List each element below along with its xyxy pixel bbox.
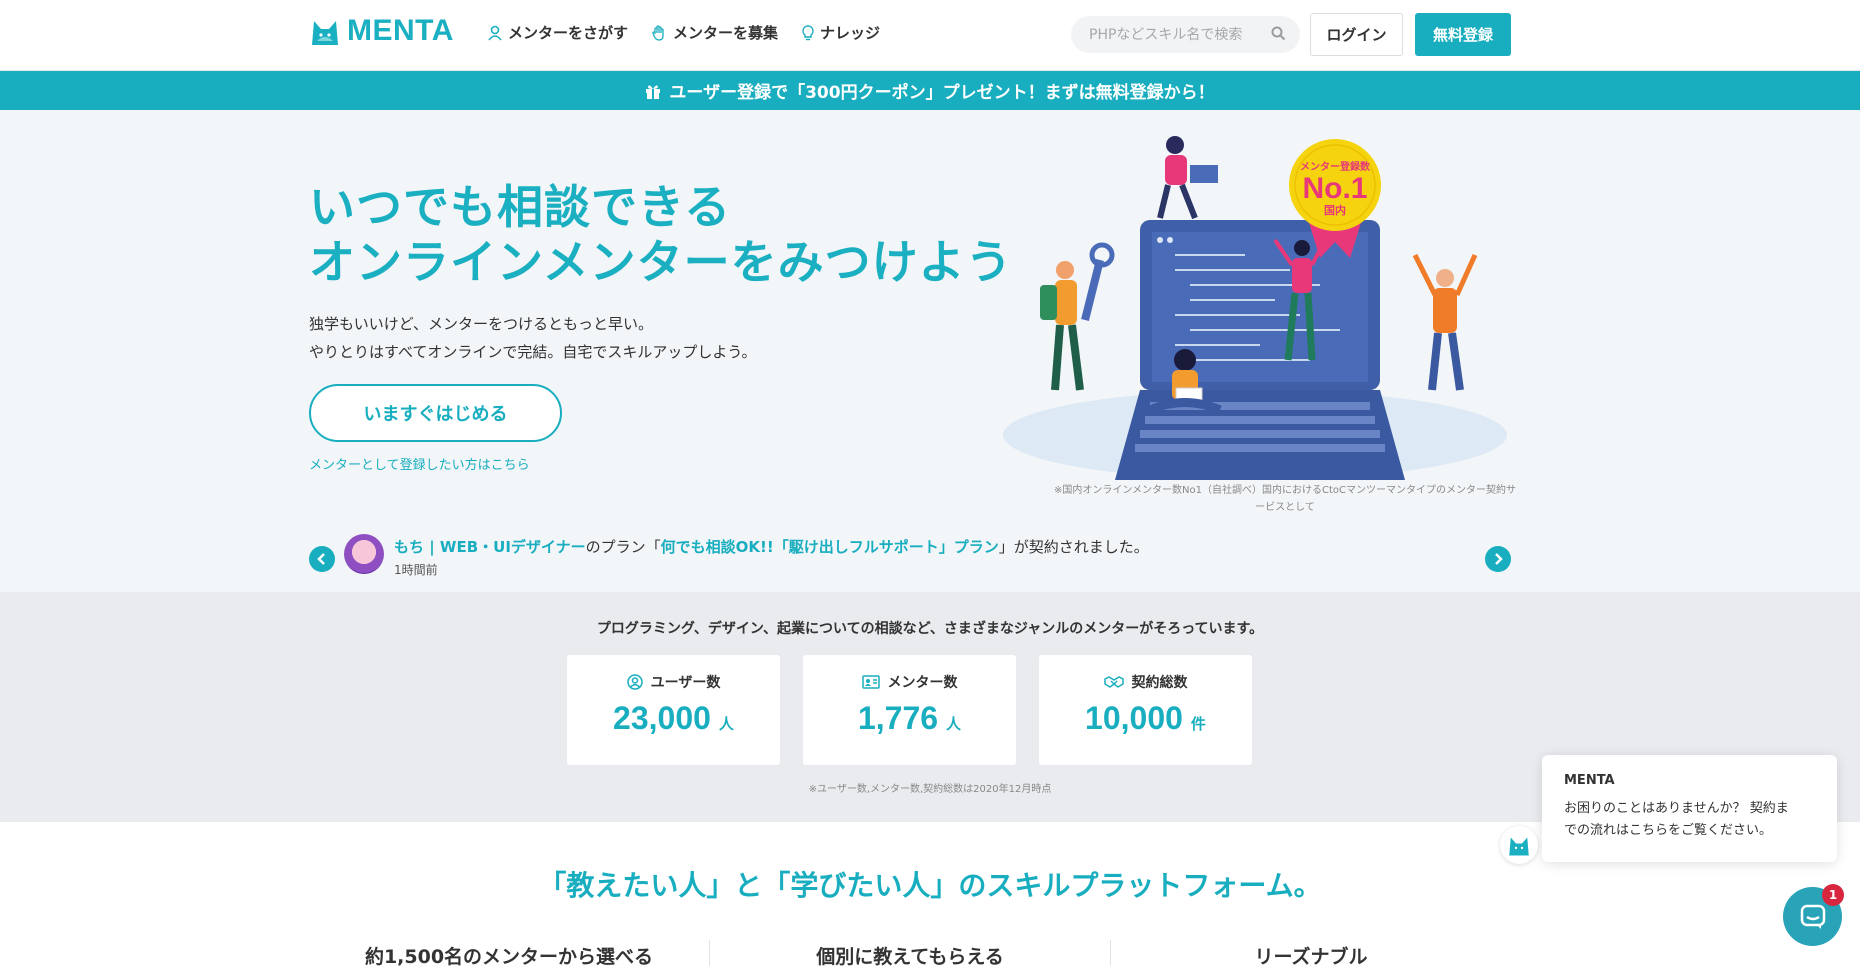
chat-agent-avatar bbox=[1500, 826, 1538, 864]
stat-contracts-label: 契約総数 bbox=[1131, 675, 1188, 691]
hero-sub-line1: 独学もいいけど、メンターをつけるともっと早い。 bbox=[309, 315, 653, 333]
feature-reasonable: リーズナブル bbox=[1254, 946, 1368, 966]
hero-sub-line2: やりとりはすべてオンラインで完結。自宅でスキルアップしよう。 bbox=[309, 343, 757, 361]
id-card-icon bbox=[861, 675, 880, 689]
mentor-register-link[interactable]: メンターとして登録したい方はこちら bbox=[309, 454, 530, 473]
platform-title: 「教えたい人」と「学びたい人」のスキルプラットフォーム。 bbox=[538, 869, 1322, 902]
stat-users-value-row: 23,000 人 bbox=[567, 700, 780, 737]
badge-bottom-text: 国内 bbox=[1324, 203, 1346, 217]
nav-find-mentor-label: メンターをさがす bbox=[508, 24, 629, 42]
nav-knowledge[interactable]: ナレッジ bbox=[802, 22, 880, 43]
ticker-prev-button[interactable] bbox=[309, 546, 335, 572]
stat-mentors-unit: 人 bbox=[946, 716, 962, 733]
chat-bubble-icon bbox=[1800, 904, 1825, 929]
chat-popup[interactable]: MENTA お困りのことはありませんか？ 契約ま での流れはこちらをご覧ください… bbox=[1542, 755, 1837, 862]
stat-contracts-value-row: 10,000 件 bbox=[1039, 700, 1252, 737]
hero-illustration: メンター登録数 No.1 国内 bbox=[1003, 136, 1507, 480]
user-circle-icon bbox=[626, 674, 643, 690]
ticker-mid2: 」が契約されました。 bbox=[998, 538, 1149, 556]
ticker-user-link[interactable]: もち | WEB・UIデザイナー bbox=[394, 538, 586, 556]
hero-title-line1: いつでも相談できる bbox=[309, 180, 732, 234]
ticker-time: 1時間前 bbox=[394, 563, 438, 577]
stat-users-value: 23,000 bbox=[613, 700, 711, 736]
no1-footnote: ※国内オンラインメンター数No1（自社調べ）国内におけるCtoCマンツーマンタイ… bbox=[1053, 485, 1517, 513]
login-button[interactable]: ログイン bbox=[1310, 13, 1403, 56]
feature-choose-mentor: 約1,500名のメンターから選べる bbox=[364, 946, 654, 966]
user-avatar[interactable] bbox=[344, 534, 384, 574]
hand-icon bbox=[652, 24, 664, 41]
nav-knowledge-label: ナレッジ bbox=[820, 24, 881, 42]
stat-card-users: ユーザー数 23,000 人 bbox=[567, 655, 780, 765]
handshake-icon bbox=[1103, 676, 1124, 688]
person-icon bbox=[488, 25, 502, 41]
chat-unread-badge: 1 bbox=[1822, 884, 1844, 906]
stat-card-mentors: メンター数 1,776 人 bbox=[803, 655, 1016, 765]
hero-title-line2: オンラインメンターをみつけよう bbox=[309, 235, 1013, 289]
stat-mentors-value: 1,776 bbox=[857, 700, 939, 736]
chat-message-line1: お困りのことはありませんか？ 契約ま bbox=[1564, 801, 1789, 816]
badge-main-text: No.1 bbox=[1302, 172, 1367, 205]
banner-text: ユーザー登録で「300円クーポン」プレゼント！まずは無料登録から！ bbox=[669, 83, 1215, 103]
stat-users-label: ユーザー数 bbox=[650, 675, 721, 691]
hero-title: いつでも相談できる オンラインメンターをみつけよう bbox=[309, 180, 1013, 290]
search-box bbox=[1071, 16, 1300, 53]
logo-text: MENTA bbox=[347, 14, 454, 47]
cat-mascot-icon bbox=[1509, 837, 1529, 856]
hero-section: いつでも相談できる オンラインメンターをみつけよう 独学もいいけど、メンターをつ… bbox=[0, 110, 1860, 592]
chat-sender-name: MENTA bbox=[1564, 773, 1615, 788]
hero-subtitle: 独学もいいけど、メンターをつけるともっと早い。 やりとりはすべてオンラインで完結… bbox=[309, 310, 756, 366]
stat-card-contracts: 契約総数 10,000 件 bbox=[1039, 655, 1252, 765]
search-input[interactable] bbox=[1089, 26, 1269, 43]
stats-lead: プログラミング、デザイン、起業についての相談など、さまざまなジャンルのメンターが… bbox=[596, 621, 1264, 637]
nav-find-mentor[interactable]: メンターをさがす bbox=[488, 22, 628, 43]
stat-users-label-row: ユーザー数 bbox=[567, 672, 780, 692]
register-button[interactable]: 無料登録 bbox=[1415, 13, 1511, 56]
chevron-left-icon bbox=[317, 553, 325, 565]
stat-contracts-value: 10,000 bbox=[1085, 700, 1183, 736]
cat-mascot-icon bbox=[312, 21, 338, 45]
start-now-button[interactable]: いますぐはじめる bbox=[309, 384, 562, 442]
chevron-right-icon bbox=[1495, 553, 1503, 565]
chat-message: お困りのことはありませんか？ 契約ま での流れはこちらをご覧ください。 bbox=[1564, 798, 1815, 842]
lightbulb-icon bbox=[802, 24, 814, 40]
stat-contracts-label-row: 契約総数 bbox=[1039, 672, 1252, 692]
stat-mentors-value-row: 1,776 人 bbox=[803, 700, 1016, 737]
main-nav: メンターをさがす メンターを募集 ナレッジ bbox=[488, 22, 904, 43]
nav-recruit-mentor[interactable]: メンターを募集 bbox=[652, 22, 778, 43]
site-header: MENTA メンターをさがす メンターを募集 ナレッジ ログイン 無料登録 bbox=[0, 0, 1860, 71]
ticker-plan-link[interactable]: 何でも相談OK!!「駆け出しフルサポート」プラン bbox=[661, 538, 999, 556]
gift-icon bbox=[646, 84, 661, 99]
menta-logo[interactable]: MENTA bbox=[309, 14, 454, 48]
stat-contracts-unit: 件 bbox=[1190, 716, 1206, 733]
stat-mentors-label-row: メンター数 bbox=[803, 672, 1016, 692]
ticker-mid1: のプラン「 bbox=[585, 538, 661, 556]
nav-recruit-mentor-label: メンターを募集 bbox=[673, 24, 779, 42]
coupon-banner[interactable]: ユーザー登録で「300円クーポン」プレゼント！まずは無料登録から！ bbox=[0, 71, 1860, 110]
chat-message-line2: での流れはこちらをご覧ください。 bbox=[1564, 823, 1773, 838]
feature-individual: 個別に教えてもらえる bbox=[816, 946, 1004, 966]
stat-users-unit: 人 bbox=[718, 716, 734, 733]
ticker-message: もち | WEB・UIデザイナーのプラン「何でも相談OK!!「駆け出しフルサポー… bbox=[394, 536, 1149, 557]
contract-ticker: もち | WEB・UIデザイナーのプラン「何でも相談OK!!「駆け出しフルサポー… bbox=[309, 532, 1511, 582]
stat-mentors-label: メンター数 bbox=[887, 675, 958, 691]
ticker-next-button[interactable] bbox=[1485, 546, 1511, 572]
search-icon[interactable] bbox=[1271, 26, 1286, 41]
